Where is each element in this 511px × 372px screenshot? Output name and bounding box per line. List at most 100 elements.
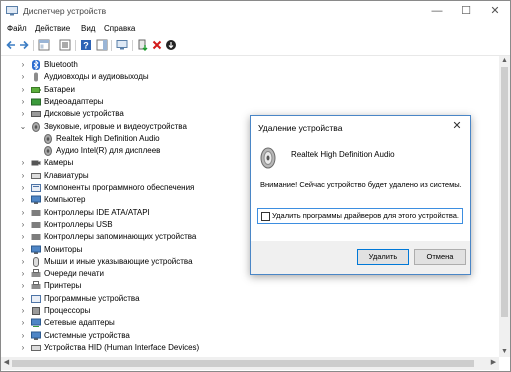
tree-item-label[interactable]: Мониторы [44,245,82,255]
expand-chevron-icon[interactable]: › [19,183,27,193]
download-driver-icon[interactable] [165,39,177,51]
tree-item-label[interactable]: Системные устройства [44,331,130,341]
minimize-button[interactable]: — [425,3,449,19]
tree-category-row[interactable]: › Сетевые адаптеры [1,317,491,329]
tree-item-label[interactable]: Устройства HID (Human Interface Devices) [44,343,199,353]
expand-chevron-icon[interactable]: › [19,306,27,316]
list-view-icon[interactable] [59,39,71,51]
tree-item-label[interactable]: Принтеры [44,281,81,291]
toolbar: ? [1,37,510,56]
camera-icon [31,160,41,166]
tree-item-label[interactable]: Мыши и иные указывающие устройства [44,257,193,267]
properties-pane-icon[interactable] [38,39,50,51]
expand-chevron-icon[interactable]: › [19,60,27,70]
window-title: Диспетчер устройств [23,6,107,16]
tree-item-label[interactable]: Клавиатуры [44,171,89,181]
vertical-scrollbar[interactable]: ▲ ▼ [499,56,510,357]
speaker-icon [44,146,52,157]
tree-item-label[interactable]: Контроллеры IDE ATA/ATAPI [44,208,150,218]
expand-chevron-icon[interactable]: › [19,281,27,291]
expand-chevron-icon[interactable]: › [19,269,27,279]
expand-chevron-icon[interactable]: › [19,343,27,353]
tree-item-label[interactable]: Камеры [44,158,73,168]
uninstall-device-icon[interactable] [151,39,163,51]
expand-chevron-icon[interactable]: › [19,208,27,218]
tree-item-label[interactable]: Дисковые устройства [44,109,124,119]
expand-chevron-icon[interactable]: › [19,257,27,267]
tree-item-label[interactable]: Bluetooth [44,60,78,70]
action-pane-icon[interactable] [96,39,108,51]
tree-item-label[interactable]: Контроллеры запоминающих устройства [44,232,196,242]
tree-item-label[interactable]: Realtek High Definition Audio [56,134,160,144]
menu-help[interactable]: Справка [104,24,135,33]
horizontal-scroll-thumb[interactable] [12,360,474,367]
tree-item-label[interactable]: Батареи [44,85,75,95]
expand-chevron-icon[interactable]: › [19,109,27,119]
expand-chevron-icon[interactable]: › [19,294,27,304]
dialog-device-name: Realtek High Definition Audio [291,150,395,159]
expand-chevron-icon[interactable]: › [19,220,27,230]
close-button[interactable]: ✕ [483,3,507,19]
maximize-button[interactable]: ☐ [454,3,478,19]
expand-chevron-icon[interactable]: › [19,158,27,168]
tree-item-label[interactable]: Звуковые, игровые и видеоустройства [44,122,187,132]
expand-chevron-icon[interactable]: › [19,245,27,255]
hid-icon [31,344,41,351]
tree-item-label[interactable]: Контроллеры USB [44,220,113,230]
cancel-button[interactable]: Отмена [414,249,466,265]
menu-action[interactable]: Действие [35,24,70,33]
tree-item-label[interactable]: Сетевые адаптеры [44,318,115,328]
scan-hardware-icon[interactable] [116,39,128,51]
tree-item-label[interactable]: Аудио Intel(R) для дисплеев [56,146,160,156]
storage-controller-icon [31,234,41,241]
forward-icon[interactable] [18,39,30,51]
scroll-down-icon[interactable]: ▼ [499,347,510,357]
menu-file[interactable]: Файл [7,24,27,33]
ide-controller-icon [31,209,41,216]
scroll-up-icon[interactable]: ▲ [499,56,510,66]
tree-item-label[interactable]: Компьютер [44,195,85,205]
update-driver-icon[interactable] [137,39,149,51]
expand-chevron-icon[interactable]: › [19,97,27,107]
device-manager-icon [6,6,18,16]
expand-chevron-icon[interactable]: › [19,232,27,242]
tree-category-row[interactable]: › Принтеры [1,280,491,292]
vertical-scroll-thumb[interactable] [501,67,508,317]
tree-item-label[interactable]: Программные устройства [44,294,140,304]
menu-view[interactable]: Вид [81,24,95,33]
tree-item-label[interactable]: Компоненты программного обеспечения [44,183,194,193]
network-adapter-icon [31,318,41,328]
tree-item-label[interactable]: Видеоадаптеры [44,97,104,107]
tree-category-row[interactable]: › Устройства HID (Human Interface Devices… [1,342,491,354]
expand-chevron-icon[interactable]: › [19,195,27,205]
back-icon[interactable] [5,39,17,51]
system-device-icon [31,331,41,340]
tree-category-row[interactable]: › Bluetooth [1,59,491,71]
tree-category-row[interactable]: › Батареи [1,84,491,96]
tree-item-label[interactable]: Очереди печати [44,269,104,279]
uninstall-device-dialog: Удаление устройства ✕ Realtek High Defin… [250,115,471,275]
help-icon[interactable]: ? [80,39,92,51]
checkbox-label[interactable]: Удалить программы драйверов для этого ус… [272,211,459,220]
expand-chevron-icon[interactable]: › [19,318,27,328]
tree-item-label[interactable]: Аудиовходы и аудиовыходы [44,72,149,82]
expand-chevron-icon[interactable]: › [19,331,27,341]
dialog-close-button[interactable]: ✕ [448,118,466,134]
scroll-left-icon[interactable]: ◀ [1,358,12,368]
horizontal-scrollbar[interactable]: ◀ ▶ [1,357,499,370]
monitor-icon [31,245,41,254]
checkbox-box[interactable] [261,212,270,221]
scroll-right-icon[interactable]: ▶ [488,358,499,368]
delete-driver-checkbox[interactable]: Удалить программы драйверов для этого ус… [257,208,463,224]
tree-category-row[interactable]: › Программные устройства [1,293,491,305]
expand-chevron-icon[interactable]: › [19,85,27,95]
tree-category-row[interactable]: › Системные устройства [1,330,491,342]
tree-item-label[interactable]: Процессоры [44,306,90,316]
collapse-chevron-icon[interactable]: ⌄ [19,122,27,132]
expand-chevron-icon[interactable]: › [19,171,27,181]
tree-category-row[interactable]: › Видеоадаптеры [1,96,491,108]
uninstall-button[interactable]: Удалить [357,249,409,265]
expand-chevron-icon[interactable]: › [19,72,27,82]
tree-category-row[interactable]: › Процессоры [1,305,491,317]
tree-category-row[interactable]: › Аудиовходы и аудиовыходы [1,71,491,83]
